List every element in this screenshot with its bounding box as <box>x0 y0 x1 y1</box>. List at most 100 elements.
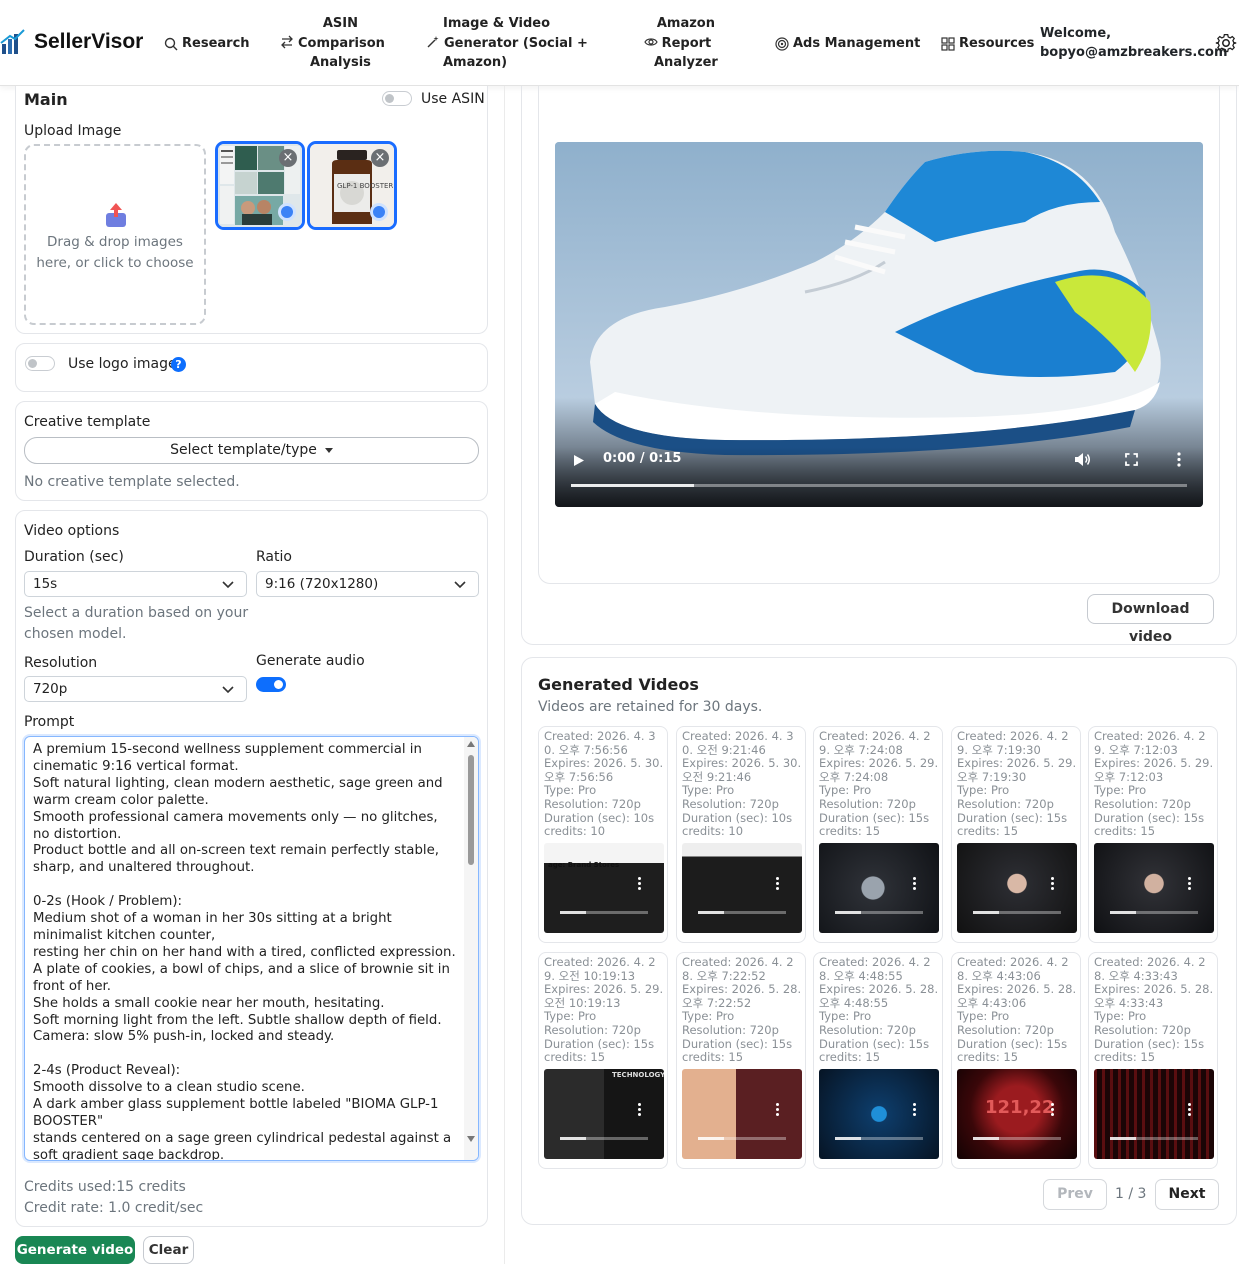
nav-ads-management[interactable]: Ads Management <box>775 34 920 54</box>
resolution-select-value: 720p <box>33 681 68 697</box>
welcome-greeting: Welcome, <box>1040 26 1112 41</box>
clear-button[interactable]: Clear <box>143 1236 194 1264</box>
swap-arrows-icon <box>281 35 293 48</box>
use-logo-label: Use logo image <box>68 356 177 372</box>
nav-report-label-3: Analyzer <box>654 55 718 70</box>
prev-page-button[interactable]: Prev <box>1043 1179 1107 1210</box>
more-options-icon[interactable] <box>913 877 917 891</box>
generated-video-card[interactable]: Created: 2026. 4. 29. 오후 7:12:03 Expires… <box>1088 726 1218 943</box>
select-template-label: Select template/type <box>170 442 317 458</box>
creative-template-label: Creative template <box>24 414 151 430</box>
nav-research[interactable]: Research <box>164 34 250 54</box>
video-metadata: Created: 2026. 4. 28. 오후 4:33:43 Expires… <box>1094 955 1214 1065</box>
thumbnail-2-select-indicator[interactable] <box>370 203 388 221</box>
generated-video-card[interactable]: Created: 2026. 4. 28. 오후 4:43:06 Expires… <box>951 952 1081 1169</box>
scroll-down-icon[interactable] <box>467 1136 475 1142</box>
nav-report-label-1: Amazon <box>656 16 715 31</box>
use-logo-toggle[interactable] <box>25 356 55 371</box>
uploaded-thumbnail-2[interactable]: GLP-1 BOOSTER × <box>307 141 397 230</box>
fullscreen-icon[interactable] <box>1125 453 1138 466</box>
generated-video-card[interactable]: Created: 2026. 4. 28. 오후 4:48:55 Expires… <box>813 952 943 1169</box>
nav-resources[interactable]: Resources <box>941 34 1034 54</box>
nav-image-label-3: Amazon) <box>443 55 508 70</box>
download-video-button[interactable]: Download video <box>1087 594 1214 645</box>
next-page-button[interactable]: Next <box>1155 1179 1219 1210</box>
duration-help: Select a duration based on your chosen m… <box>24 603 248 645</box>
video-player[interactable]: 0:00 / 0:15 <box>555 142 1203 507</box>
remove-thumbnail-1-icon[interactable]: × <box>279 149 297 167</box>
chevron-down-icon <box>222 686 234 694</box>
page-indicator: 1 / 3 <box>1115 1186 1147 1202</box>
uploaded-thumbnail-1[interactable]: × <box>215 141 305 230</box>
generated-video-card[interactable]: Created: 2026. 4. 28. 오후 7:22:52 Expires… <box>676 952 806 1169</box>
image-dropzone[interactable]: Drag & drop images here, or click to cho… <box>24 144 206 325</box>
prompt-scrollbar[interactable] <box>464 737 478 1160</box>
search-icon <box>164 37 178 51</box>
more-options-icon[interactable] <box>1051 1103 1055 1117</box>
scroll-up-icon[interactable] <box>467 741 475 747</box>
more-options-icon[interactable] <box>776 1103 780 1117</box>
video-thumbnail[interactable]: age: Brand Stores <box>544 843 664 933</box>
generated-video-card[interactable]: Created: 2026. 4. 29. 오후 7:24:08 Expires… <box>813 726 943 943</box>
video-thumbnail[interactable] <box>819 1069 939 1159</box>
resolution-label: Resolution <box>24 655 98 671</box>
thumbnail-caption: age: Brand Stores <box>548 861 620 869</box>
video-progress-fill <box>571 484 695 487</box>
volume-icon[interactable] <box>1074 452 1091 467</box>
video-metadata: Created: 2026. 4. 30. 오전 9:21:46 Expires… <box>682 729 802 839</box>
nav-amazon-report-analyzer[interactable]: Amazon Report Analyzer <box>637 14 718 73</box>
nav-resources-label: Resources <box>959 36 1035 51</box>
video-metadata: Created: 2026. 4. 28. 오후 4:43:06 Expires… <box>957 955 1077 1065</box>
thumbnail-progress-bar <box>835 1137 923 1140</box>
more-options-icon[interactable] <box>1051 877 1055 891</box>
more-options-icon[interactable] <box>1188 877 1192 891</box>
video-progress-track[interactable] <box>571 484 1187 487</box>
scrollbar-thumb[interactable] <box>468 755 474 865</box>
bottle-label-text: GLP-1 BOOSTER <box>337 182 393 190</box>
video-metadata: Created: 2026. 4. 29. 오후 7:19:30 Expires… <box>957 729 1077 839</box>
generated-video-card[interactable]: Created: 2026. 4. 29. 오전 10:19:13 Expire… <box>538 952 668 1169</box>
nav-image-video-generator[interactable]: Image & Video Generator (Social + Amazon… <box>426 14 588 73</box>
generated-videos-subtitle: Videos are retained for 30 days. <box>538 699 763 715</box>
video-thumbnail[interactable] <box>682 843 802 933</box>
generate-video-button[interactable]: Generate video <box>15 1236 135 1264</box>
gear-icon[interactable] <box>1215 32 1237 54</box>
ratio-select[interactable]: 9:16 (720x1280) <box>256 571 479 597</box>
thumbnail-1-select-indicator[interactable] <box>278 203 296 221</box>
remove-thumbnail-2-icon[interactable]: × <box>371 149 389 167</box>
generated-video-card[interactable]: Created: 2026. 4. 30. 오후 7:56:56 Expires… <box>538 726 668 943</box>
generated-video-card[interactable]: Created: 2026. 4. 29. 오후 7:19:30 Expires… <box>951 726 1081 943</box>
more-options-icon[interactable] <box>1177 452 1181 467</box>
help-icon[interactable]: ? <box>171 357 186 372</box>
ratio-select-value: 9:16 (720x1280) <box>265 576 379 592</box>
generated-video-card[interactable]: Created: 2026. 4. 28. 오후 4:33:43 Expires… <box>1088 952 1218 1169</box>
select-template-button[interactable]: Select template/type <box>24 437 479 464</box>
more-options-icon[interactable] <box>776 877 780 891</box>
duration-select[interactable]: 15s <box>24 571 247 597</box>
brand[interactable]: SellerVisor <box>0 28 143 56</box>
resolution-select[interactable]: 720p <box>24 676 247 702</box>
thumbnail-progress-bar <box>1110 911 1198 914</box>
video-thumbnail[interactable] <box>1094 1069 1214 1159</box>
dropzone-line-1: Drag & drop images <box>47 234 183 250</box>
more-options-icon[interactable] <box>638 877 642 891</box>
credits-used: Credits used:15 credits <box>24 1179 186 1195</box>
video-thumbnail[interactable] <box>819 843 939 933</box>
prompt-textarea[interactable]: A premium 15-second wellness supplement … <box>24 736 479 1161</box>
thumbnail-progress-bar <box>560 1137 648 1140</box>
generated-video-card[interactable]: Created: 2026. 4. 30. 오전 9:21:46 Expires… <box>676 726 806 943</box>
nav-asin-comparison[interactable]: ASIN Comparison Analysis <box>280 14 385 73</box>
more-options-icon[interactable] <box>1188 1103 1192 1117</box>
video-thumbnail[interactable] <box>957 843 1077 933</box>
video-thumbnail[interactable]: TECHNOLOGY <box>544 1069 664 1159</box>
use-asin-toggle[interactable] <box>382 91 412 106</box>
caret-down-icon <box>324 447 333 453</box>
video-thumbnail[interactable] <box>682 1069 802 1159</box>
generate-audio-toggle[interactable] <box>256 677 286 692</box>
play-icon[interactable] <box>573 454 585 467</box>
more-options-icon[interactable] <box>913 1103 917 1117</box>
chevron-down-icon <box>454 581 466 589</box>
more-options-icon[interactable] <box>638 1103 642 1117</box>
video-thumbnail[interactable] <box>1094 843 1214 933</box>
video-thumbnail[interactable]: 121,22 <box>957 1069 1077 1159</box>
